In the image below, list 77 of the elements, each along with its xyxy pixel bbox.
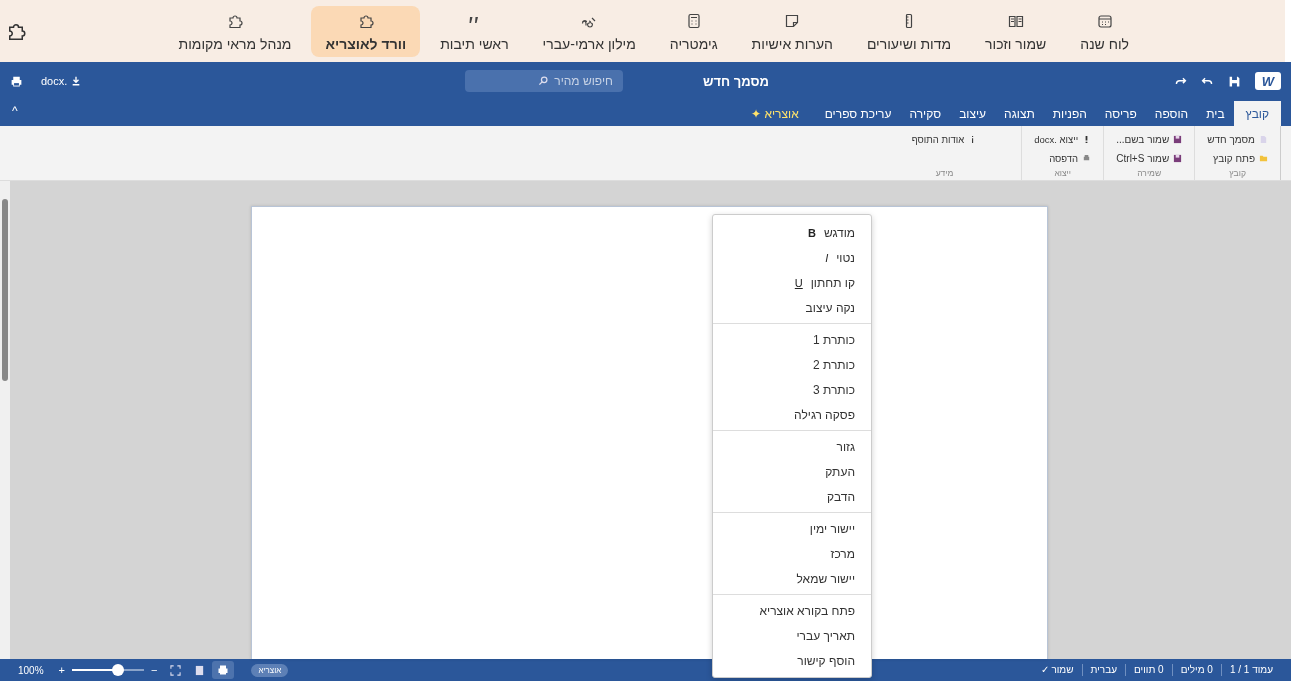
status-text: עמוד 1 / 1 — [1220, 664, 1281, 676]
ribbon-tab[interactable]: בית — [1197, 101, 1234, 126]
printer-icon — [217, 664, 230, 676]
ribbon-tab[interactable]: הפניות — [1043, 101, 1096, 126]
download-icon — [71, 76, 82, 86]
toolbar-tool[interactable]: מדות ושיעורים — [852, 5, 966, 57]
menu-item[interactable]: פסקה רגילה — [713, 402, 871, 427]
menu-item[interactable]: הדבק — [713, 484, 871, 509]
ribbon-tab[interactable]: הוספה — [1145, 101, 1198, 126]
app-logo: W — [1255, 72, 1281, 90]
menu-item[interactable]: כותרת 2 — [713, 352, 871, 377]
ribbon-tab[interactable]: עריכת ספרים — [815, 101, 901, 126]
folder-icon — [1259, 154, 1268, 163]
status-text: 0 מילים — [1171, 664, 1221, 676]
ribbon-button[interactable]: שמור בשם... — [1112, 131, 1187, 148]
group-label: שמירה — [1136, 168, 1163, 178]
group-label: קובץ — [1228, 168, 1247, 178]
status-text: שמור ✓ — [1039, 664, 1075, 676]
menu-item[interactable]: יישור ימין — [713, 516, 871, 541]
export-button[interactable]: .docx — [41, 75, 82, 87]
ribbon-button[interactable]: פתח קובץ — [1209, 150, 1272, 167]
calendar-icon — [1096, 12, 1113, 29]
app-badge: אוצריא — [251, 663, 289, 677]
fullscreen-icon[interactable] — [170, 664, 182, 676]
puzzle-icon[interactable] — [6, 21, 26, 41]
ribbon-button[interactable]: שמור Ctrl+S — [1112, 150, 1187, 167]
ribbon-tab[interactable]: קובץ — [1233, 101, 1281, 126]
ribbon-button[interactable]: מסמך חדש — [1203, 131, 1272, 148]
print-icon[interactable] — [10, 74, 23, 88]
print-layout-button[interactable] — [212, 661, 235, 679]
ribbon-button[interactable]: הדפסה — [1045, 150, 1096, 167]
note-icon — [784, 12, 801, 29]
toolbar-tool[interactable]: שמור וזכור — [971, 5, 1061, 57]
ribbon-tab[interactable]: עיצוב — [950, 101, 996, 126]
menu-item[interactable]: כותרת 3 — [713, 377, 871, 402]
ribbon-button[interactable]: ייצוא .docx — [1030, 131, 1096, 148]
floppy-icon — [1173, 135, 1183, 144]
zoom-in-button[interactable]: + — [58, 664, 65, 676]
ribbon-tab[interactable]: פריסה — [1095, 101, 1146, 126]
toolbar-tool[interactable]: גימטריה — [655, 5, 732, 57]
search-field[interactable]: חיפוש מהיר — [464, 70, 623, 92]
menu-item[interactable]: גזור — [713, 434, 871, 459]
zoom-out-button[interactable]: − — [151, 664, 158, 676]
puzzle-icon — [357, 12, 374, 29]
collapse-button[interactable]: ^ — [0, 100, 30, 122]
menu-item[interactable]: תאריך עברי — [713, 623, 871, 648]
floppy-icon — [1173, 154, 1183, 163]
status-text: עברית — [1081, 664, 1125, 676]
puzzle-icon — [226, 12, 243, 29]
ribbon-tab[interactable]: אוצריא ✦ — [742, 101, 808, 126]
toolbar-tool[interactable]: הערות אישיות — [737, 5, 847, 57]
ribbon-tab[interactable]: תצוגה — [995, 101, 1044, 126]
ribbon-tab[interactable]: סקירה — [900, 101, 951, 126]
toolbar-tool[interactable]: מילון ארמי-עברי — [528, 5, 650, 57]
toolbar-tool[interactable]: ראשי תיבות — [426, 5, 523, 57]
search-icon — [537, 75, 549, 86]
group-label: מידע — [934, 168, 955, 178]
menu-item[interactable]: פתח בקורא אוצריא — [713, 598, 871, 623]
menu-item[interactable]: מרכז — [713, 541, 871, 566]
page-icon[interactable] — [194, 664, 206, 676]
calculator-icon — [685, 12, 702, 29]
toolbar-tool[interactable]: וורד לאוצריא — [311, 5, 421, 57]
menu-item[interactable]: כותרת 1 — [713, 327, 871, 352]
group-label: ייצוא — [1053, 168, 1072, 178]
status-text: 0 תווים — [1125, 664, 1172, 676]
menu-item[interactable]: נקה עיצוב — [713, 295, 871, 320]
zoom-level: 100% — [18, 664, 44, 676]
document-title: מסמך חדש — [702, 73, 769, 89]
document-icon — [1259, 135, 1268, 144]
toolbar-tool[interactable]: לוח שנה — [1066, 5, 1143, 57]
printer-icon — [1082, 154, 1092, 163]
menu-item[interactable]: העתק — [713, 459, 871, 484]
toolbar-tool[interactable]: מנהל מראי מקומות — [164, 5, 306, 57]
menu-item[interactable]: יישור שמאל — [713, 566, 871, 591]
scrollbar-thumb[interactable] — [2, 199, 8, 381]
menu-item[interactable]: הוסף קישור — [713, 648, 871, 673]
ribbon-button[interactable]: אודות התוסף — [907, 131, 982, 148]
